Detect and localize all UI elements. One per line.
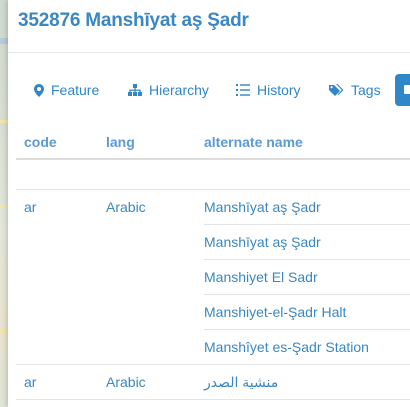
tab-tags[interactable]: Tags [329,74,381,106]
sitemap-icon [128,84,142,96]
column-header-lang[interactable]: lang [106,126,135,158]
row-divider [16,399,410,400]
map-marker-icon [34,83,44,97]
table-row: Manshiyet El Sadr [16,260,410,295]
tab-bar: Feature Hierarchy History Tags [8,74,410,108]
cell-code: ar [24,199,37,215]
table-row: ar Arabic Manshīyat aş Şadr [16,190,410,225]
table-row [16,160,410,190]
title-divider [8,52,410,53]
cell-alternate-name: Manshiyet-el-Şadr Halt [204,304,347,320]
column-header-alternate-name[interactable]: alternate name [204,126,303,158]
table-row: Manshīyat aş Şadr [16,225,410,260]
tab-feature-label: Feature [51,82,100,98]
cell-alternate-name: Manshîyet es-Şadr Station [204,339,369,355]
cell-lang: Arabic [106,199,146,215]
tab-feature[interactable]: Feature [34,74,99,106]
document-icon [404,85,410,94]
table-row: ar Arabic منشية الصدر [16,365,410,400]
tab-hierarchy[interactable]: Hierarchy [128,74,209,106]
tags-icon [329,83,344,97]
tab-history[interactable]: History [236,74,301,106]
cell-alternate-name: Manshīyat aş Şadr [204,234,321,250]
tab-history-label: History [257,82,301,98]
cell-code: ar [24,374,37,390]
column-header-code[interactable]: code [24,126,57,158]
table-row: Manshîyet es-Şadr Station [16,330,410,365]
feature-panel: 352876 Manshīyat aş Şadr Feature Hierarc… [8,0,410,407]
cell-alternate-name: Manshīyat aş Şadr [204,199,321,215]
list-icon [236,84,250,96]
tab-hierarchy-label: Hierarchy [149,82,209,98]
table-row: Manshiyet-el-Şadr Halt [16,295,410,330]
tab-active[interactable] [395,74,410,106]
cell-lang: Arabic [106,374,146,390]
cell-alternate-name: منشية الصدر [204,374,279,390]
page-title: 352876 Manshīyat aş Şadr [18,10,249,31]
tab-tags-label: Tags [351,82,381,98]
cell-alternate-name: Manshiyet El Sadr [204,269,318,285]
